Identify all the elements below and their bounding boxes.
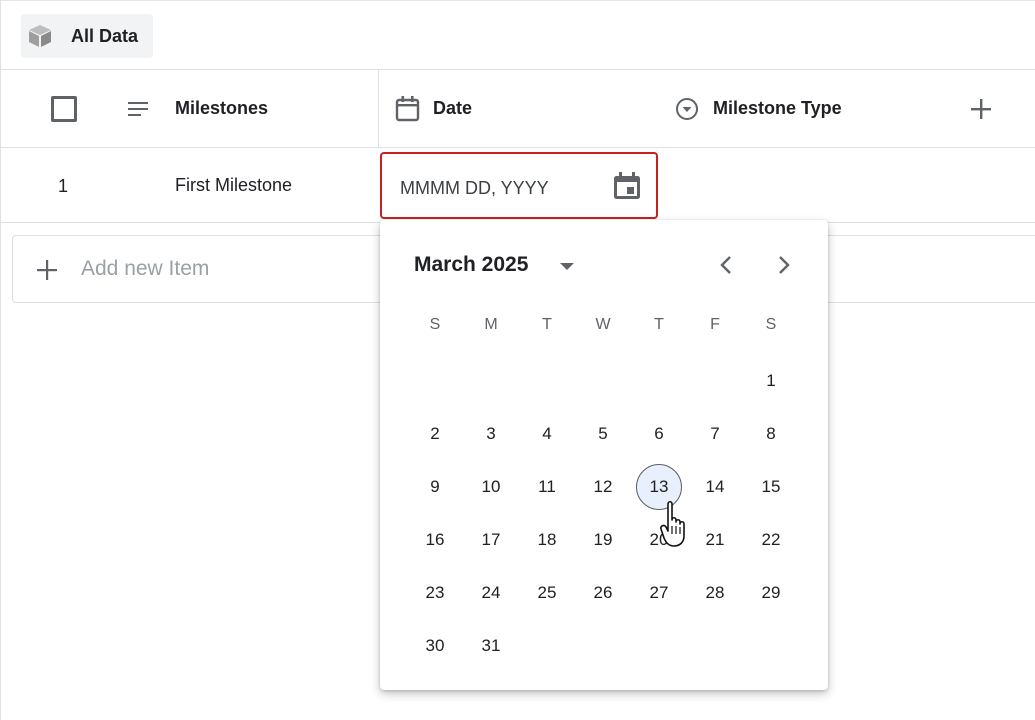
date-input-field[interactable]: MMMM DD, YYYY: [380, 152, 658, 219]
frame-left-border: [0, 0, 1, 720]
calendar-day[interactable]: 7: [692, 411, 738, 457]
calendar-day[interactable]: 14: [692, 464, 738, 510]
calendar-day[interactable]: 27: [636, 570, 682, 616]
header-top-divider: [0, 69, 1035, 70]
date-input-placeholder: MMMM DD, YYYY: [400, 178, 549, 198]
calendar-day[interactable]: 4: [524, 411, 570, 457]
date-picker-popup: March 2025 S M T W T F S 1 2 3 4 5 6 7 8 9 10 11 12 13 14 15 1…: [380, 220, 828, 690]
add-new-item-label: Add new Item: [81, 257, 210, 280]
calendar-day[interactable]: 31: [468, 623, 514, 669]
weekday-header: F: [710, 316, 720, 333]
calendar-day[interactable]: 19: [580, 517, 626, 563]
dropdown-circle-icon: [676, 98, 698, 120]
calendar-picker-icon[interactable]: [612, 171, 642, 201]
calendar-day[interactable]: 12: [580, 464, 626, 510]
calendar-day[interactable]: 16: [412, 517, 458, 563]
cube-icon: [29, 25, 51, 47]
calendar-day[interactable]: 28: [692, 570, 738, 616]
plus-icon: [37, 260, 57, 280]
column-header-milestone-type[interactable]: Milestone Type: [713, 98, 842, 119]
hand-cursor-icon: [660, 500, 685, 547]
calendar-day[interactable]: 24: [468, 570, 514, 616]
milestone-cell[interactable]: First Milestone: [175, 175, 292, 196]
calendar-day[interactable]: 25: [524, 570, 570, 616]
calendar-day[interactable]: 21: [692, 517, 738, 563]
column-header-milestones[interactable]: Milestones: [175, 98, 268, 119]
calendar-month-label[interactable]: March 2025: [414, 253, 528, 277]
view-tab-all-data[interactable]: All Data: [21, 14, 153, 58]
view-tab-label: All Data: [71, 26, 139, 46]
weekday-header: S: [765, 316, 777, 333]
select-all-checkbox[interactable]: [51, 96, 77, 122]
next-month-icon[interactable]: [770, 252, 796, 278]
calendar-day[interactable]: 18: [524, 517, 570, 563]
calendar-day[interactable]: 22: [748, 517, 794, 563]
weekday-header: W: [595, 316, 611, 333]
calendar-day[interactable]: 9: [412, 464, 458, 510]
month-dropdown-icon[interactable]: [555, 256, 579, 276]
column-header-date[interactable]: Date: [433, 98, 472, 119]
previous-month-icon[interactable]: [714, 252, 740, 278]
calendar-day[interactable]: 11: [524, 464, 570, 510]
calendar-day[interactable]: 10: [468, 464, 514, 510]
add-column-icon[interactable]: [967, 95, 995, 123]
calendar-day[interactable]: 3: [468, 411, 514, 457]
calendar-day[interactable]: 23: [412, 570, 458, 616]
weekday-header: M: [484, 316, 498, 333]
calendar-day[interactable]: 30: [412, 623, 458, 669]
weekday-header: T: [654, 316, 664, 333]
calendar-day[interactable]: 8: [748, 411, 794, 457]
calendar-icon: [395, 96, 420, 122]
weekday-header: S: [429, 316, 441, 333]
calendar-day[interactable]: 29: [748, 570, 794, 616]
text-lines-icon: [128, 102, 148, 116]
column-divider: [378, 70, 379, 148]
calendar-day[interactable]: 6: [636, 411, 682, 457]
calendar-day[interactable]: 2: [412, 411, 458, 457]
calendar-day[interactable]: 1: [748, 358, 794, 404]
header-bottom-divider: [0, 147, 1035, 148]
frame-top-border: [0, 0, 1035, 1]
calendar-day[interactable]: 26: [580, 570, 626, 616]
calendar-day[interactable]: 17: [468, 517, 514, 563]
weekday-header: T: [542, 316, 552, 333]
calendar-day[interactable]: 15: [748, 464, 794, 510]
row-index: 1: [58, 176, 69, 196]
calendar-day[interactable]: 5: [580, 411, 626, 457]
